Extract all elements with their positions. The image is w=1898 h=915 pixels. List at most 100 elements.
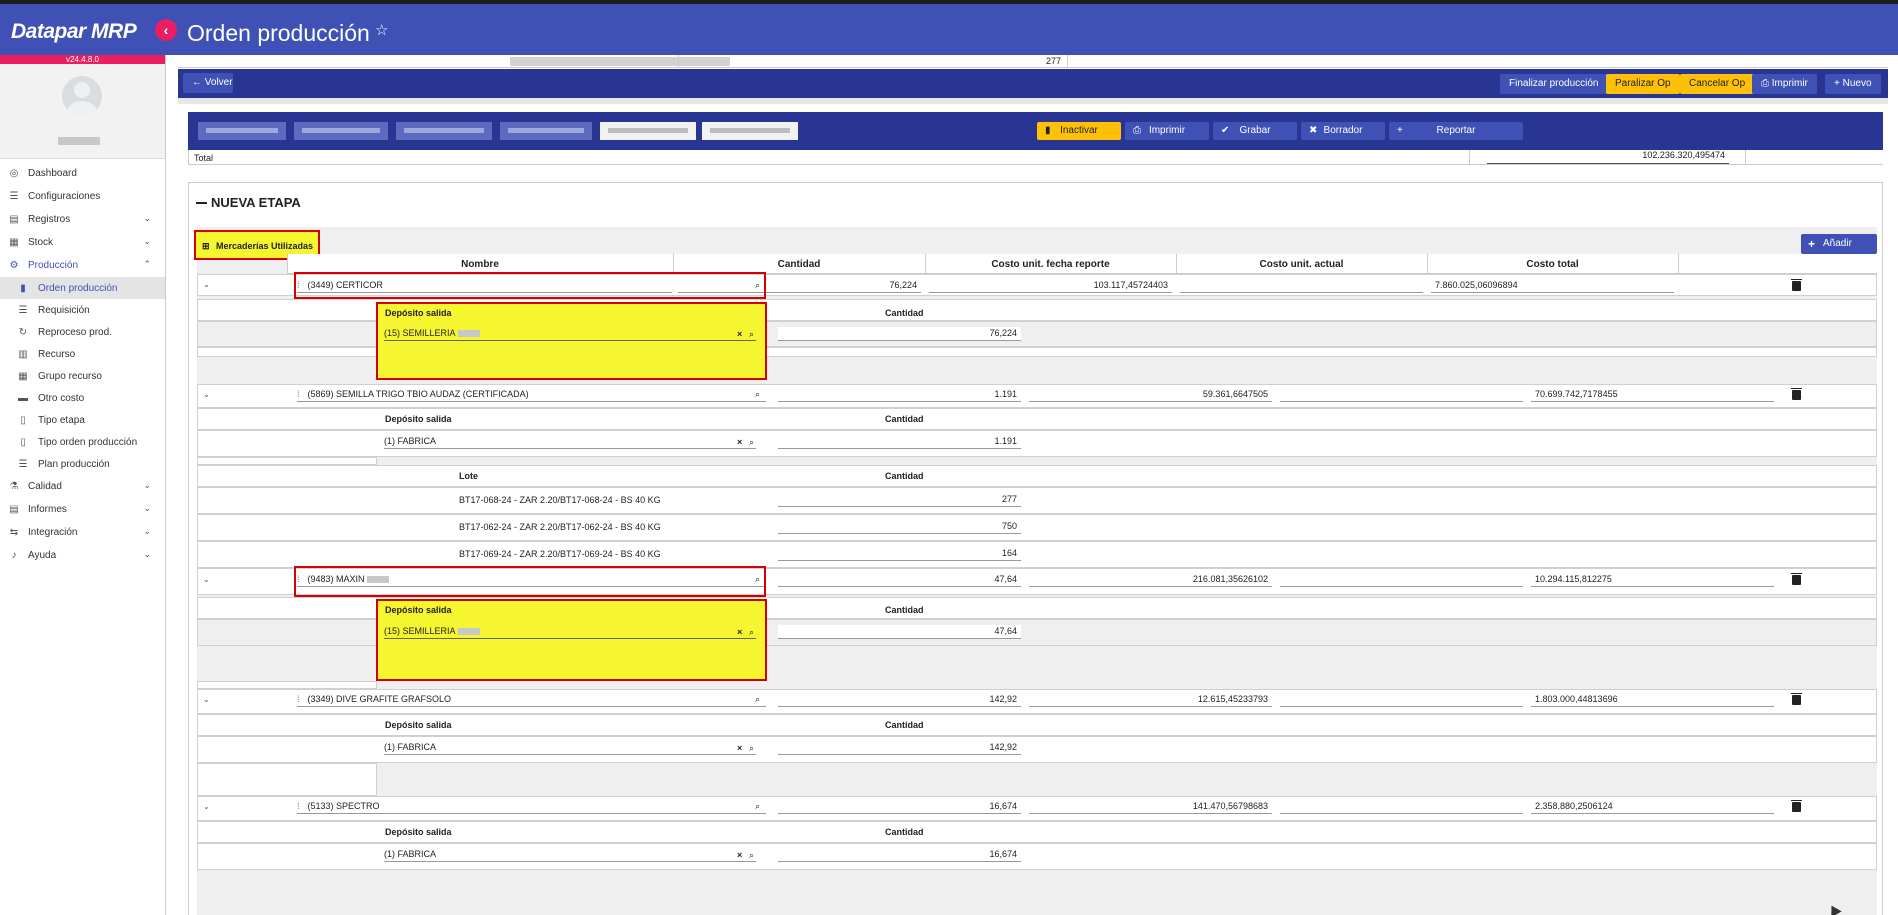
sidebar-subitem-grupo-recurso[interactable]: ▦ Grupo recurso xyxy=(0,365,165,387)
nueva-etapa-section: NUEVA ETAPA ⊞ Mercaderías Utilizadas + Aña… xyxy=(188,182,1883,915)
sidebar-item-produccion[interactable]: ⚙ Producción ⌃ xyxy=(0,254,165,277)
borrador-button[interactable]: ✖ Borrador xyxy=(1301,122,1385,140)
sidebar-item-calidad[interactable]: ⚗ Calidad ⌄ xyxy=(0,475,165,498)
sidebar-subitem-tipo-etapa[interactable]: ▯ Tipo etapa xyxy=(0,409,165,431)
dep-qty-field[interactable]: 142,92 xyxy=(778,741,1021,755)
finalizar-produccion-button[interactable]: Finalizar producción xyxy=(1500,74,1608,94)
grabar-button[interactable]: ✔ Grabar xyxy=(1213,122,1297,140)
dep-qty-field[interactable]: 1.191 xyxy=(778,435,1021,449)
dashboard-icon: ◎ xyxy=(9,168,19,179)
clear-icon[interactable]: × xyxy=(737,627,742,637)
brand-logo[interactable]: Datapar MRP xyxy=(11,20,137,44)
sidebar-item-informes[interactable]: ▤ Informes ⌄ xyxy=(0,498,165,521)
sidebar-subitem-requisicion[interactable]: ☰ Requisición xyxy=(0,299,165,321)
page-title: Orden producción xyxy=(187,20,370,46)
lote-qty-field[interactable]: 164 xyxy=(778,547,1021,561)
sidebar-subitem-otro-costo[interactable]: ▬ Otro costo xyxy=(0,387,165,409)
sidebar-item-ayuda[interactable]: ♪ Ayuda ⌄ xyxy=(0,544,165,567)
sidebar-item-stock[interactable]: ▦ Stock ⌄ xyxy=(0,231,165,254)
redacted-tab[interactable] xyxy=(600,122,696,140)
inactivar-button[interactable]: ▮ Inactivar xyxy=(1037,122,1121,140)
deposito-field[interactable]: (15) SEMILLERIA xyxy=(384,327,756,341)
order-toolbar: ← Volver Finalizar producción Paralizar … xyxy=(178,69,1888,98)
lote-qty-field[interactable]: 277 xyxy=(778,493,1021,507)
chevron-down-icon[interactable]: ⌄ xyxy=(203,280,210,289)
imprimir-step-button[interactable]: ⎙ Imprimir xyxy=(1125,122,1209,140)
sidebar-item-integracion[interactable]: ⇆ Integración ⌄ xyxy=(0,521,165,544)
chevron-down-icon[interactable]: ⌄ xyxy=(203,802,210,811)
trash-icon[interactable] xyxy=(1791,573,1802,585)
deposito-label: Depósito salida xyxy=(385,720,452,730)
clear-icon[interactable]: × xyxy=(737,743,742,753)
search-icon[interactable]: ⌕ xyxy=(755,389,760,400)
search-icon[interactable]: ⌕ xyxy=(749,850,754,861)
search-icon[interactable]: ⌕ xyxy=(755,694,760,705)
search-icon[interactable]: ⌕ xyxy=(755,801,760,812)
search-icon[interactable]: ⌕ xyxy=(749,437,754,448)
imprimir-button[interactable]: ⎙ Imprimir xyxy=(1752,74,1817,94)
sidebar-subitem-reproceso[interactable]: ↻ Reproceso prod. xyxy=(0,321,165,343)
paralizar-op-button[interactable]: Paralizar Op xyxy=(1606,74,1680,94)
clear-icon[interactable]: × xyxy=(737,850,742,860)
search-icon[interactable]: ⌕ xyxy=(749,743,754,754)
clear-icon[interactable]: × xyxy=(737,329,742,339)
cancelar-op-button[interactable]: Cancelar Op xyxy=(1680,74,1755,94)
item-name-field[interactable]: ⁞ (3349) DIVE GRAFITE GRAFSOLO xyxy=(297,693,766,707)
collapse-sidebar-button[interactable]: ‹ xyxy=(155,19,177,41)
sidebar-item-dashboard[interactable]: ◎ Dashboard xyxy=(0,162,165,185)
qty-field[interactable]: 16,674 xyxy=(778,800,1021,814)
lote-qty-field[interactable]: 750 xyxy=(778,520,1021,534)
redacted-tab[interactable] xyxy=(294,122,388,140)
add-item-button[interactable]: + Añadir xyxy=(1801,234,1877,254)
trash-icon[interactable] xyxy=(1791,279,1802,291)
sidebar-subitem-plan-produccion[interactable]: ☰ Plan producción xyxy=(0,453,165,475)
redacted-tab[interactable] xyxy=(198,122,286,140)
collapse-section-icon[interactable] xyxy=(196,202,207,204)
sidebar-item-configuraciones[interactable]: ☰ Configuraciones xyxy=(0,185,165,208)
chevron-down-icon[interactable]: ⌄ xyxy=(203,390,210,399)
drag-handle-icon[interactable]: ⁞ xyxy=(297,694,300,704)
search-icon[interactable]: ⌕ xyxy=(749,627,754,638)
nuevo-button[interactable]: + Nuevo xyxy=(1825,74,1881,94)
dep-qty-field[interactable]: 16,674 xyxy=(778,848,1021,862)
dep-qty-field[interactable]: 76,224 xyxy=(778,327,1021,341)
deposito-field[interactable]: (15) SEMILLERIA xyxy=(384,625,756,639)
deposito-field[interactable]: (1) FABRICA xyxy=(384,435,756,449)
redacted-tab[interactable] xyxy=(500,122,592,140)
deposito-label: Depósito salida xyxy=(385,827,452,837)
step-action-bar: ▮ Inactivar ⎙ Imprimir ✔ Grabar ✖ Borrador +… xyxy=(188,112,1883,150)
clear-icon[interactable]: × xyxy=(737,437,742,447)
chevron-down-icon[interactable]: ⌄ xyxy=(203,575,210,584)
redacted-tab[interactable] xyxy=(702,122,798,140)
back-button[interactable]: ← Volver xyxy=(183,73,233,93)
search-icon[interactable]: ⌕ xyxy=(749,329,754,340)
chevron-down-icon[interactable]: ⌄ xyxy=(203,695,210,704)
deposito-field[interactable]: (1) FABRICA xyxy=(384,741,756,755)
redacted-tab[interactable] xyxy=(396,122,492,140)
current-cost-field xyxy=(1280,693,1523,707)
trash-icon[interactable] xyxy=(1791,388,1802,400)
qty-field[interactable]: 142,92 xyxy=(778,693,1021,707)
trash-icon[interactable] xyxy=(1791,800,1802,812)
current-cost-field xyxy=(1280,388,1523,402)
reportar-button[interactable]: + Reportar xyxy=(1389,122,1523,140)
sidebar-subitem-tipo-orden[interactable]: ▯ Tipo orden producción xyxy=(0,431,165,453)
trash-icon[interactable] xyxy=(1791,693,1802,705)
sidebar-subitem-orden-produccion[interactable]: ▮ Orden producción xyxy=(0,277,165,299)
dep-qty-label: Cantidad xyxy=(885,308,924,318)
item-name-field[interactable]: ⁞ (5869) SEMILLA TRIGO TBIO AUDAZ (CERTIF… xyxy=(297,388,766,402)
item-name-field[interactable]: ⁞ (5133) SPECTRO xyxy=(297,800,766,814)
qty-field[interactable]: 1.191 xyxy=(778,388,1021,402)
dep-qty-field[interactable]: 47,64 xyxy=(778,625,1021,639)
favorite-star-icon[interactable]: ☆ xyxy=(375,21,388,39)
drag-handle-icon[interactable]: ⁞ xyxy=(297,389,300,399)
register-icon: ▤ xyxy=(9,214,19,225)
avatar[interactable] xyxy=(62,76,102,116)
current-cost-field xyxy=(1280,800,1523,814)
drag-handle-icon[interactable]: ⁞ xyxy=(297,801,300,811)
sidebar-subitem-recurso[interactable]: ▥ Recurso xyxy=(0,343,165,365)
sidebar-item-registros[interactable]: ▤ Registros ⌄ xyxy=(0,208,165,231)
qty-field[interactable]: 47,64 xyxy=(778,573,1021,587)
deposito-field[interactable]: (1) FABRICA xyxy=(384,848,756,862)
plus-icon: + xyxy=(1808,237,1816,251)
